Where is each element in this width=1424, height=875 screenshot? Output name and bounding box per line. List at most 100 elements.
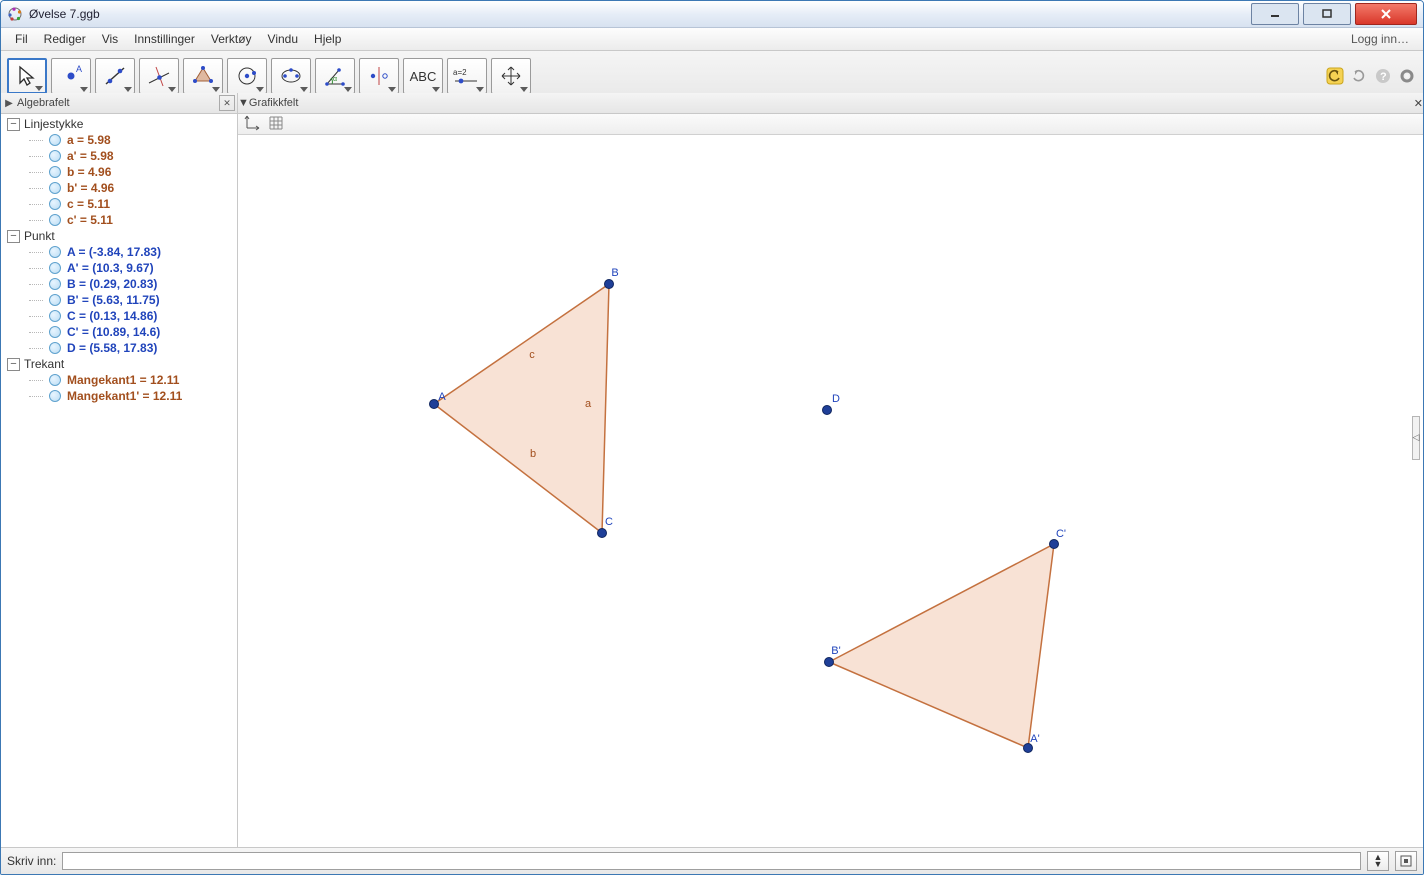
- menu-hjelp[interactable]: Hjelp: [306, 28, 349, 50]
- tree-item[interactable]: b' = 4.96: [5, 180, 237, 196]
- visibility-dot-icon[interactable]: [49, 390, 61, 402]
- maximize-button[interactable]: [1303, 3, 1351, 25]
- svg-text:?: ?: [1380, 71, 1387, 83]
- tree-connector: [29, 214, 47, 226]
- visibility-dot-icon[interactable]: [49, 150, 61, 162]
- visibility-dot-icon[interactable]: [49, 342, 61, 354]
- visibility-dot-icon[interactable]: [49, 326, 61, 338]
- tree-item[interactable]: a = 5.98: [5, 132, 237, 148]
- tool-slider[interactable]: a=2: [447, 58, 487, 94]
- tree-connector: [29, 310, 47, 322]
- tool-ellipse[interactable]: [271, 58, 311, 94]
- tree-item[interactable]: a' = 5.98: [5, 148, 237, 164]
- menu-label: Innstillinger: [134, 32, 195, 46]
- point-Cprime[interactable]: [1049, 539, 1059, 549]
- text-icon: ABC: [410, 70, 437, 83]
- tree-item[interactable]: A' = (10.3, 9.67): [5, 260, 237, 276]
- visibility-dot-icon[interactable]: [49, 262, 61, 274]
- visibility-dot-icon[interactable]: [49, 166, 61, 178]
- tool-circle[interactable]: [227, 58, 267, 94]
- menu-label: Vindu: [268, 32, 298, 46]
- tool-perpendicular[interactable]: [139, 58, 179, 94]
- keypad-icon: [1400, 855, 1412, 867]
- visibility-dot-icon[interactable]: [49, 278, 61, 290]
- tree-item-text: C' = (10.89, 14.6): [67, 324, 160, 340]
- algebra-panel-header[interactable]: ▶ Algebrafelt ✕: [1, 93, 237, 114]
- tool-pan[interactable]: [491, 58, 531, 94]
- tool-move[interactable]: [7, 58, 47, 94]
- tree-group[interactable]: −Linjestykke: [5, 116, 237, 132]
- tree-item[interactable]: D = (5.58, 17.83): [5, 340, 237, 356]
- tree-item[interactable]: C' = (10.89, 14.6): [5, 324, 237, 340]
- tree-item[interactable]: B = (0.29, 20.83): [5, 276, 237, 292]
- tree-item-text: c' = 5.11: [67, 212, 113, 228]
- tree-connector: [29, 278, 47, 290]
- minimize-button[interactable]: [1251, 3, 1299, 25]
- side-expand-grip[interactable]: ◁: [1412, 416, 1420, 460]
- input-help-button[interactable]: [1395, 851, 1417, 871]
- menu-rediger[interactable]: Rediger: [36, 28, 94, 50]
- tree-connector: [29, 182, 47, 194]
- tree-connector: [29, 150, 47, 162]
- tree-item[interactable]: C = (0.13, 14.86): [5, 308, 237, 324]
- graphics-view[interactable]: abcABCA'B'C'D: [238, 135, 1423, 848]
- tool-point[interactable]: A: [51, 58, 91, 94]
- menu-innstillinger[interactable]: Innstillinger: [126, 28, 203, 50]
- point-label: C': [1056, 528, 1066, 540]
- menu-vindu[interactable]: Vindu: [260, 28, 306, 50]
- point-C[interactable]: [597, 528, 607, 538]
- visibility-dot-icon[interactable]: [49, 374, 61, 386]
- menu-label: Rediger: [44, 32, 86, 46]
- minus-icon: −: [7, 230, 20, 243]
- tool-polygon[interactable]: [183, 58, 223, 94]
- tree-group[interactable]: −Trekant: [5, 356, 237, 372]
- point-label: B': [831, 645, 840, 657]
- visibility-dot-icon[interactable]: [49, 182, 61, 194]
- close-button[interactable]: [1355, 3, 1417, 25]
- tree-item[interactable]: A = (-3.84, 17.83): [5, 244, 237, 260]
- tree-item[interactable]: Mangekant1 = 12.11: [5, 372, 237, 388]
- visibility-dot-icon[interactable]: [49, 134, 61, 146]
- command-input[interactable]: [62, 852, 1361, 870]
- algebra-close[interactable]: ✕: [219, 95, 235, 111]
- tree-item-text: C = (0.13, 14.86): [67, 308, 157, 324]
- tree-item[interactable]: Mangekant1' = 12.11: [5, 388, 237, 404]
- tool-angle[interactable]: α: [315, 58, 355, 94]
- tree-item[interactable]: c' = 5.11: [5, 212, 237, 228]
- tool-reflect[interactable]: [359, 58, 399, 94]
- menu-fil[interactable]: Fil: [7, 28, 36, 50]
- tree-item-text: a = 5.98: [67, 132, 111, 148]
- point-B[interactable]: [604, 279, 614, 289]
- menu-vis[interactable]: Vis: [94, 28, 126, 50]
- redo-button[interactable]: [1349, 66, 1369, 86]
- visibility-dot-icon[interactable]: [49, 246, 61, 258]
- tree-item[interactable]: B' = (5.63, 11.75): [5, 292, 237, 308]
- graphics-panel-header[interactable]: ▼ Grafikkfelt ✕: [238, 93, 1423, 114]
- login-link[interactable]: Logg inn…: [1343, 28, 1417, 50]
- tree-item[interactable]: b = 4.96: [5, 164, 237, 180]
- visibility-dot-icon[interactable]: [49, 294, 61, 306]
- point-D[interactable]: [822, 405, 832, 415]
- settings-button[interactable]: [1397, 66, 1417, 86]
- tool-text[interactable]: ABC: [403, 58, 443, 94]
- redo-icon: [1350, 67, 1368, 85]
- point-label: A: [438, 391, 445, 403]
- triangle-abcprime[interactable]: [825, 540, 1058, 752]
- point-Bprime[interactable]: [824, 657, 834, 667]
- group-label: Linjestykke: [24, 117, 83, 131]
- axes-toggle[interactable]: [244, 115, 260, 134]
- menu-verktoy[interactable]: Verktøy: [203, 28, 260, 50]
- tree-item-text: A' = (10.3, 9.67): [67, 260, 154, 276]
- tree-connector: [29, 246, 47, 258]
- undo-button[interactable]: [1325, 66, 1345, 86]
- input-history-button[interactable]: ▲▼: [1367, 851, 1389, 871]
- graphics-close[interactable]: ✕: [1414, 97, 1423, 110]
- grid-toggle[interactable]: [268, 115, 284, 134]
- visibility-dot-icon[interactable]: [49, 198, 61, 210]
- visibility-dot-icon[interactable]: [49, 310, 61, 322]
- tree-group[interactable]: −Punkt: [5, 228, 237, 244]
- help-button[interactable]: ?: [1373, 66, 1393, 86]
- tool-line[interactable]: [95, 58, 135, 94]
- visibility-dot-icon[interactable]: [49, 214, 61, 226]
- tree-item[interactable]: c = 5.11: [5, 196, 237, 212]
